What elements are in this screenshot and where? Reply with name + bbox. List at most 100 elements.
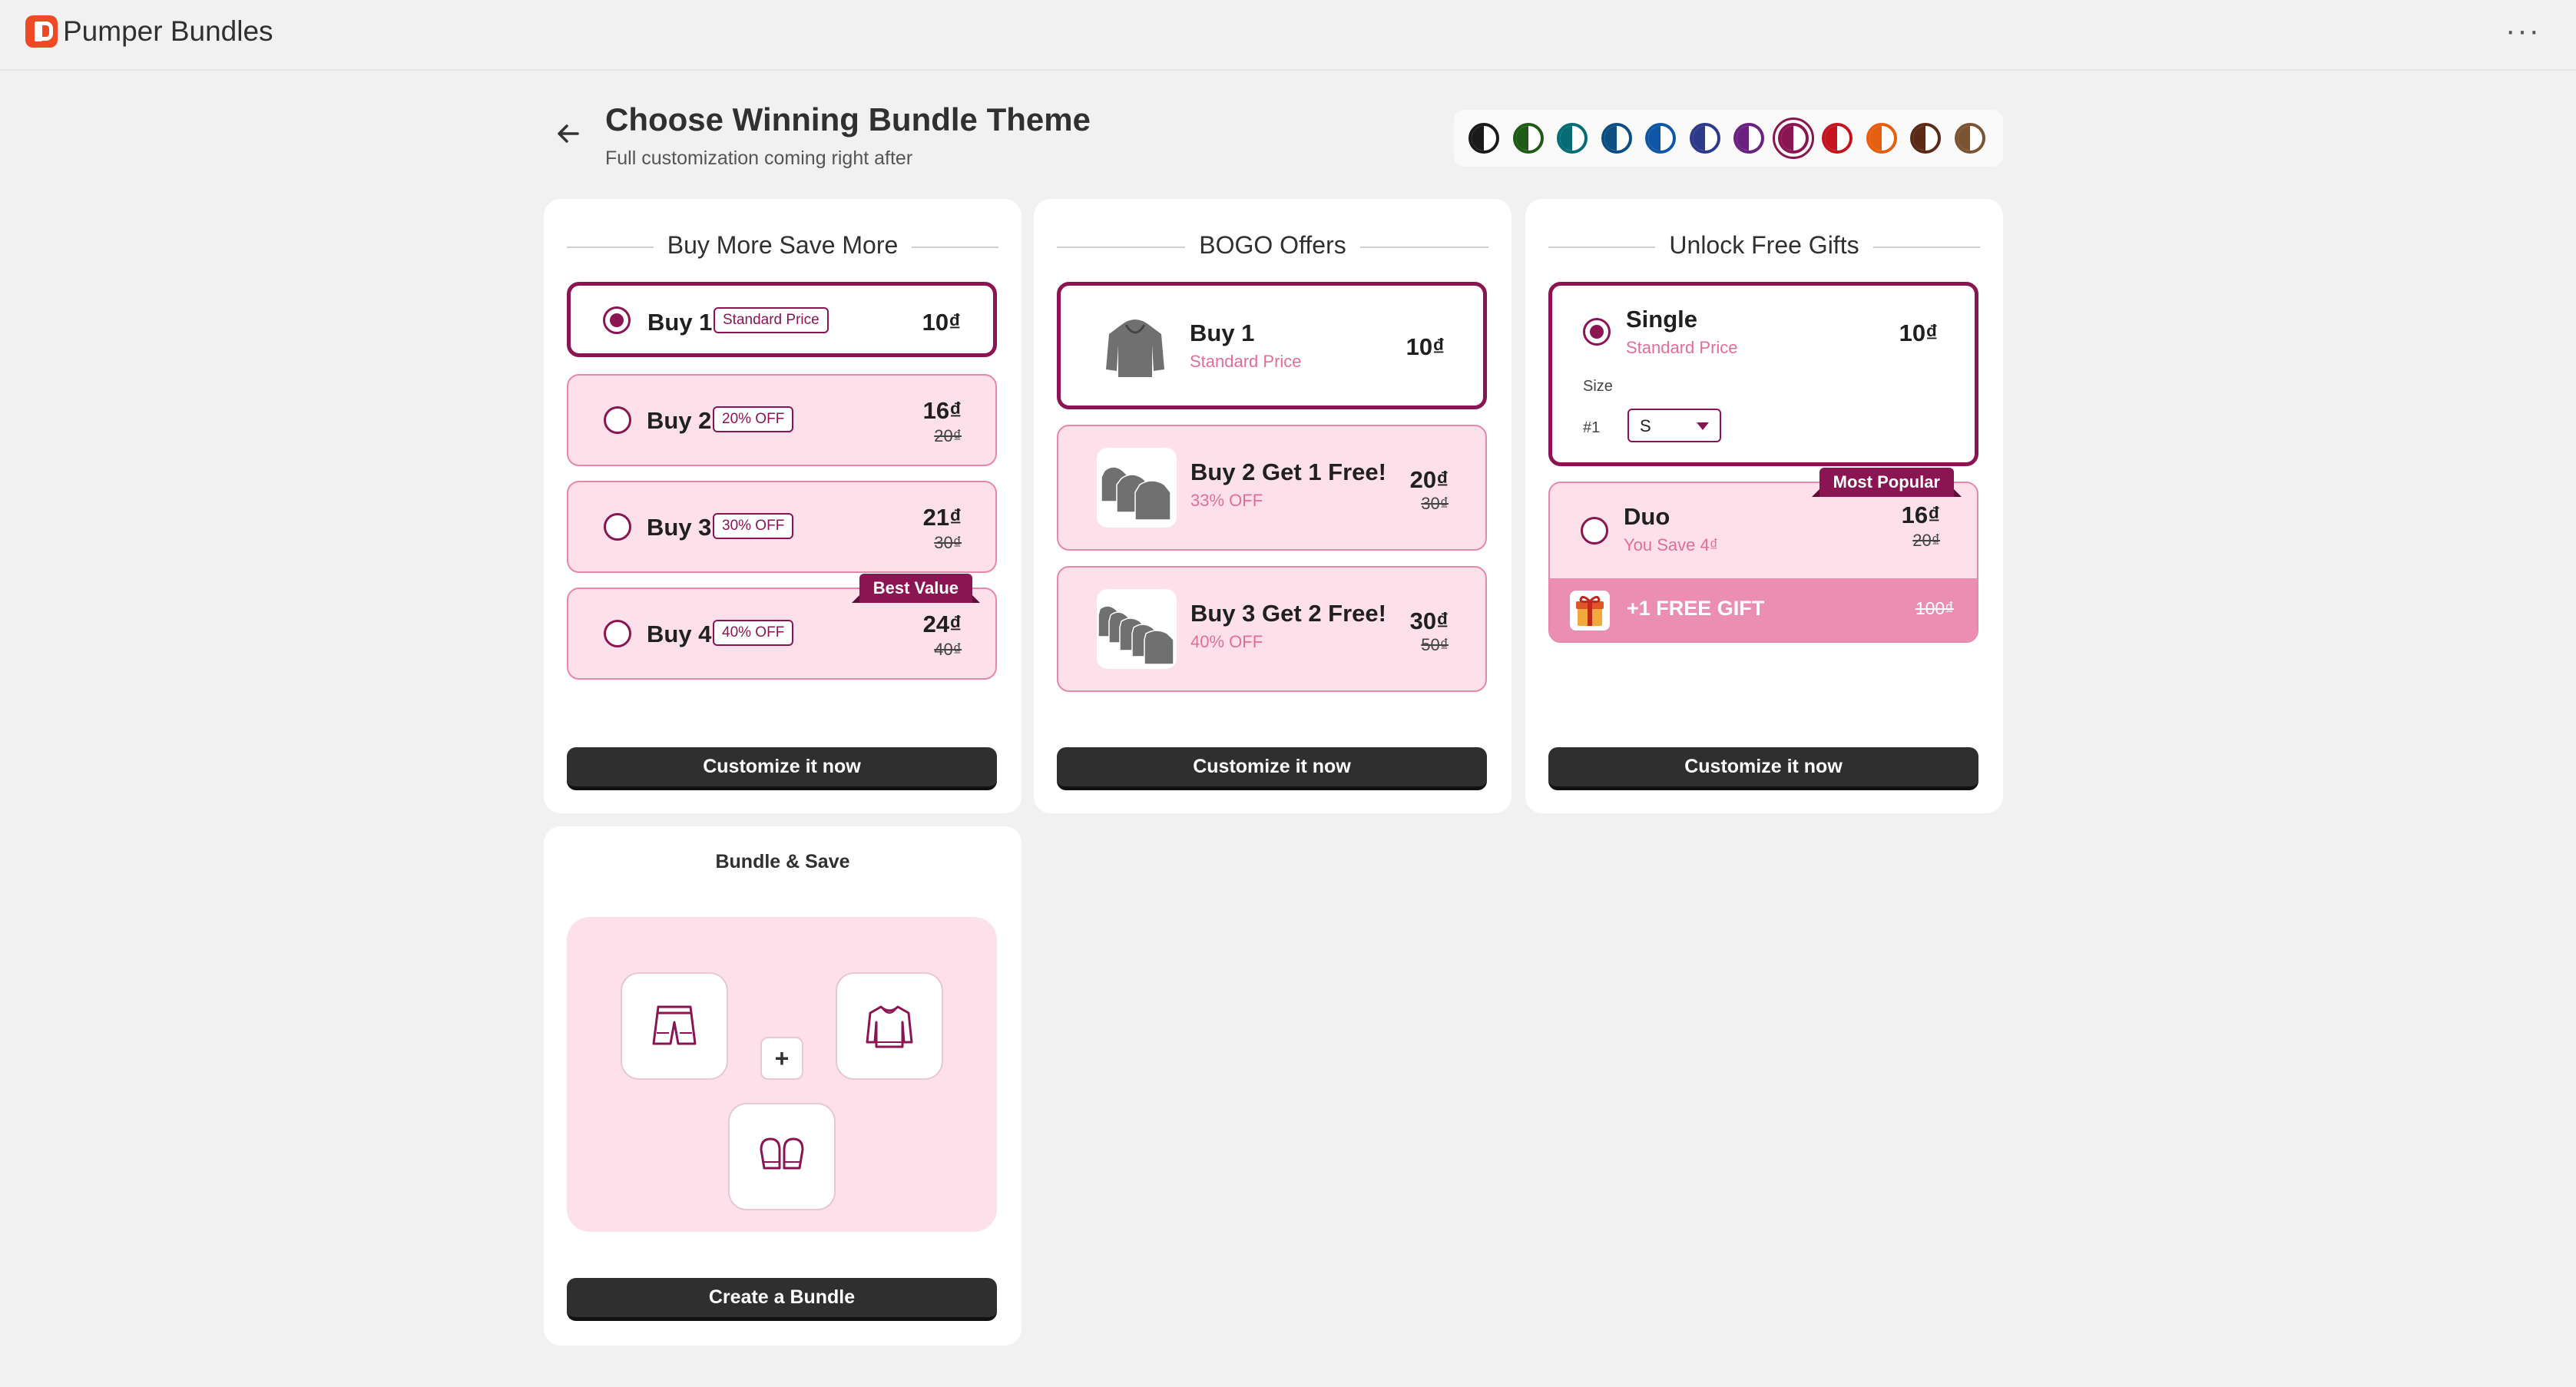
- theme-swatch-7[interactable]: [1733, 123, 1764, 154]
- customize-button[interactable]: Customize it now: [567, 747, 997, 790]
- option-buy-4[interactable]: Best Value Buy 4 40% OFF 24₫ 40₫: [567, 574, 997, 680]
- gift-option-single[interactable]: Single Standard Price 10₫ Size #1 S: [1548, 282, 1978, 466]
- option-badge: 40% OFF: [713, 620, 794, 646]
- theme-swatch-5[interactable]: [1645, 123, 1676, 154]
- theme-swatch-fill: [1913, 126, 1925, 151]
- bundle-card[interactable]: Bundle & Save + Create a Bundle: [544, 826, 1021, 1346]
- option-buy-2[interactable]: Buy 2 20% OFF 16₫ 20₫: [567, 374, 997, 466]
- option-subtitle: Standard Price: [1190, 352, 1302, 371]
- theme-swatch-8[interactable]: [1772, 118, 1814, 159]
- theme-swatch-4[interactable]: [1601, 123, 1632, 154]
- option-compare-price: 20₫: [1912, 531, 1940, 550]
- radio[interactable]: [604, 513, 631, 541]
- option-price: 16₫: [1901, 502, 1940, 528]
- gift-option-duo[interactable]: Most Popular Duo You Save 4₫ 16₫ 20₫ +1 …: [1548, 468, 1978, 643]
- bogo-option-3[interactable]: Buy 3 Get 2 Free! 40% OFF 30₫ 50₫: [1057, 566, 1487, 692]
- bogo-card[interactable]: BOGO Offers Buy 1 Standard Price 10₫ Buy…: [1034, 199, 1511, 813]
- item-number-label: #1: [1583, 419, 1601, 436]
- card-heading: BOGO Offers: [1057, 231, 1488, 260]
- hoodie-thumbnail-icon: [1095, 306, 1175, 386]
- option-price: 20₫: [1409, 466, 1449, 493]
- theme-swatch-2[interactable]: [1512, 123, 1544, 154]
- free-gift-label: +1 FREE GIFT: [1627, 597, 1765, 620]
- sweater-icon: [866, 1005, 913, 1048]
- theme-swatch-9[interactable]: [1822, 123, 1853, 154]
- option-badge: 20% OFF: [713, 406, 794, 432]
- option-subtitle: 40% OFF: [1190, 632, 1263, 651]
- bundle-item-tile: [836, 972, 943, 1080]
- hoodie-stack-thumbnail-icon: [1097, 589, 1177, 669]
- theme-swatch-fill: [1692, 126, 1705, 151]
- plus-icon: +: [760, 1037, 803, 1080]
- bundle-preview-panel: +: [567, 917, 997, 1232]
- option-badge: 30% OFF: [713, 513, 794, 539]
- option-title: Duo: [1624, 503, 1670, 530]
- option-title: Buy 1: [1190, 319, 1255, 346]
- more-options-icon[interactable]: ···: [2505, 14, 2541, 48]
- bundle-item-tile: [621, 972, 728, 1080]
- customize-button[interactable]: Customize it now: [1548, 747, 1978, 790]
- option-subtitle: Standard Price: [1626, 338, 1738, 357]
- option-price: 30₫: [1409, 607, 1449, 634]
- card-heading: Buy More Save More: [567, 231, 998, 260]
- option-title: Buy 3 Get 2 Free!: [1190, 600, 1386, 627]
- theme-swatch-12[interactable]: [1954, 123, 1985, 154]
- top-bar: Pumper Bundles ···: [0, 0, 2576, 71]
- theme-swatch-6[interactable]: [1689, 123, 1720, 154]
- theme-swatch-fill: [1648, 126, 1660, 151]
- option-compare-price: 30₫: [934, 533, 962, 552]
- theme-swatch-fill: [1957, 126, 1970, 151]
- option-badge: Standard Price: [714, 307, 829, 333]
- option-title: Buy 4: [647, 621, 712, 647]
- bundle-item-tile: [728, 1103, 836, 1210]
- option-price: 10₫: [1899, 319, 1938, 346]
- shorts-icon: [652, 1005, 697, 1045]
- free-gift-bar: +1 FREE GIFT 100₫: [1550, 578, 1977, 641]
- radio[interactable]: [1581, 517, 1608, 545]
- card-heading: Unlock Free Gifts: [1548, 231, 1980, 260]
- option-compare-price: 40₫: [934, 640, 962, 659]
- theme-swatch-fill: [1825, 126, 1837, 151]
- option-price: 10₫: [922, 309, 961, 336]
- option-compare-price: 20₫: [934, 426, 962, 445]
- option-title: Buy 2: [647, 407, 712, 434]
- page-title: Choose Winning Bundle Theme: [605, 101, 1091, 137]
- theme-swatch-fill: [1472, 126, 1484, 151]
- option-compare-price: 30₫: [1421, 494, 1449, 513]
- theme-swatch-10[interactable]: [1866, 123, 1897, 154]
- free-gift-compare-price: 100₫: [1915, 598, 1954, 618]
- bogo-option-1[interactable]: Buy 1 Standard Price 10₫: [1057, 282, 1487, 409]
- theme-swatch-fill: [1737, 126, 1749, 151]
- size-select-value: S: [1640, 416, 1651, 435]
- theme-swatch-3[interactable]: [1557, 123, 1588, 154]
- size-select[interactable]: S: [1627, 409, 1721, 442]
- customize-button[interactable]: Customize it now: [1057, 747, 1487, 790]
- gift-box-icon: [1570, 591, 1610, 631]
- radio-selected[interactable]: [1583, 318, 1611, 346]
- option-title: Buy 3: [647, 514, 712, 541]
- best-value-ribbon: Best Value: [851, 574, 981, 603]
- radio[interactable]: [604, 406, 631, 434]
- theme-swatch-fill: [1515, 126, 1528, 151]
- bogo-option-2[interactable]: Buy 2 Get 1 Free! 33% OFF 20₫ 30₫: [1057, 425, 1487, 551]
- radio-selected[interactable]: [603, 306, 631, 334]
- free-gifts-card[interactable]: Unlock Free Gifts Single Standard Price …: [1525, 199, 2003, 813]
- option-buy-3[interactable]: Buy 3 30% OFF 21₫ 30₫: [567, 481, 997, 573]
- theme-color-picker: [1454, 110, 2003, 167]
- size-label: Size: [1583, 378, 1613, 395]
- create-bundle-button[interactable]: Create a Bundle: [567, 1278, 997, 1321]
- back-arrow-icon[interactable]: [551, 117, 585, 151]
- option-title: Single: [1626, 306, 1698, 333]
- theme-swatch-11[interactable]: [1910, 123, 1941, 154]
- chevron-down-icon: [1697, 422, 1709, 430]
- card-heading: Bundle & Save: [715, 851, 850, 872]
- theme-swatch-1[interactable]: [1468, 123, 1499, 154]
- option-price: 21₫: [922, 504, 962, 531]
- volume-discount-card[interactable]: Buy More Save More Buy 1 Standard Price …: [544, 199, 1021, 813]
- option-subtitle: 33% OFF: [1190, 491, 1263, 510]
- option-price: 10₫: [1406, 333, 1445, 360]
- theme-swatch-fill: [1604, 126, 1617, 151]
- radio[interactable]: [604, 620, 631, 647]
- hoodie-group-thumbnail-icon: [1097, 448, 1177, 528]
- option-buy-1[interactable]: Buy 1 Standard Price 10₫: [567, 282, 997, 357]
